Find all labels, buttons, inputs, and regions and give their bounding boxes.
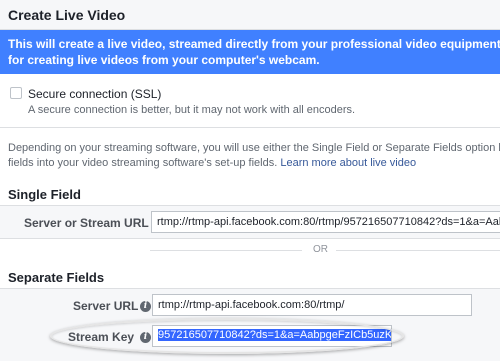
streaming-description: Depending on your streaming software, yo…	[8, 141, 500, 171]
stream-url-input[interactable]: rtmp://rtmp-api.facebook.com:80/rtmp/957…	[151, 211, 500, 233]
description-line-1: Depending on your streaming software, yo…	[8, 142, 500, 154]
or-divider-right	[336, 250, 500, 251]
learn-more-link[interactable]: Learn more about live video	[280, 157, 416, 169]
ssl-help-text: A secure connection is better, but it ma…	[28, 104, 356, 116]
single-field-title: Single Field	[8, 187, 81, 202]
highlight-ellipse	[50, 318, 404, 354]
dialog-title: Create Live Video	[8, 7, 126, 23]
dialog-header: Create Live Video	[0, 0, 500, 30]
info-banner: This will create a live video, streamed …	[0, 30, 500, 74]
description-line-2: fields into your video streaming softwar…	[8, 156, 500, 171]
divider	[0, 127, 500, 128]
single-field-panel: Server or Stream URL i rtmp://rtmp-api.f…	[0, 205, 500, 239]
or-divider-left	[150, 250, 302, 251]
info-icon[interactable]: i	[140, 301, 151, 312]
ssl-label[interactable]: Secure connection (SSL)	[28, 87, 161, 101]
banner-line-1: This will create a live video, streamed …	[8, 37, 500, 51]
ssl-checkbox[interactable]	[10, 87, 22, 99]
server-or-stream-url-label: Server or Stream URL	[24, 216, 149, 230]
server-url-label: Server URL	[73, 299, 139, 313]
server-url-input[interactable]: rtmp://rtmp-api.facebook.com:80/rtmp/	[152, 294, 472, 316]
separate-fields-title: Separate Fields	[8, 270, 105, 285]
description-text: fields into your video streaming softwar…	[8, 157, 278, 169]
or-label: OR	[313, 244, 328, 255]
banner-line-2: for creating live videos from your compu…	[8, 53, 320, 67]
